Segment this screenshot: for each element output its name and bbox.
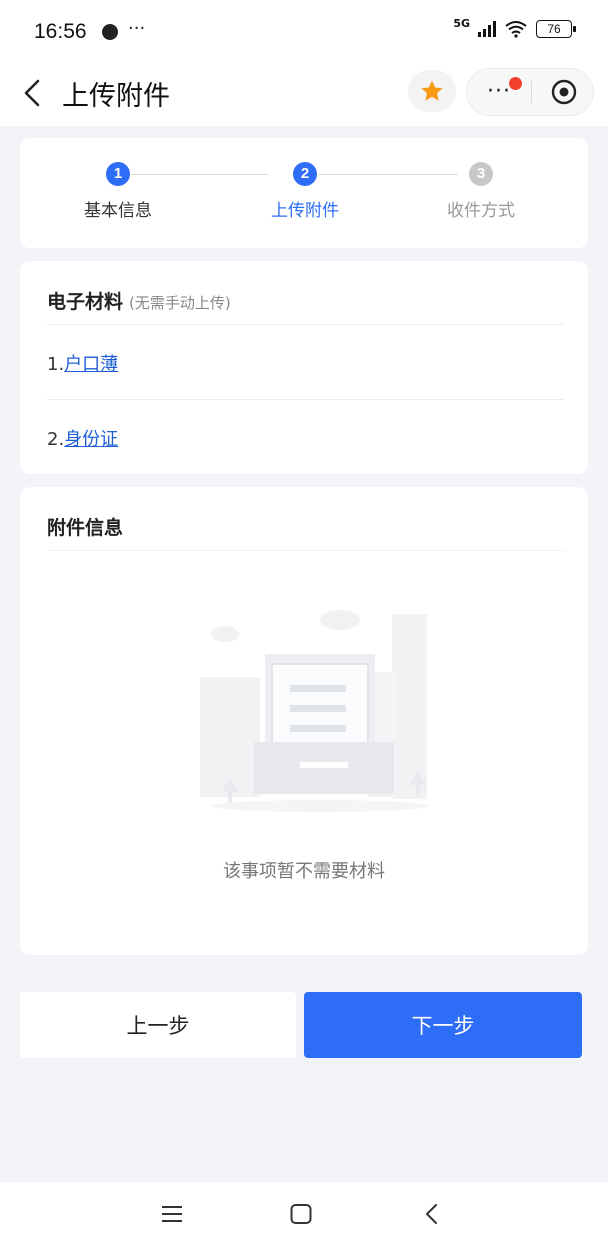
step-number: 1 — [106, 162, 130, 186]
next-step-button[interactable]: 下一步 — [304, 992, 582, 1058]
previous-step-button[interactable]: 上一步 — [20, 992, 296, 1058]
notification-dot-icon — [102, 24, 118, 40]
status-indicators: 5G 76 — [453, 16, 576, 38]
divider — [47, 550, 564, 551]
step-delivery-method: 3 收件方式 — [406, 162, 556, 221]
material-link-household-register[interactable]: 户口薄 — [64, 354, 118, 375]
network-type: 5G — [453, 16, 470, 30]
star-icon — [421, 80, 443, 101]
back-icon[interactable] — [18, 76, 48, 110]
step-label: 收件方式 — [447, 201, 515, 221]
materials-title: 电子材料 — [47, 291, 124, 313]
attachment-title: 附件信息 — [47, 517, 124, 539]
menu-icon[interactable] — [160, 1202, 184, 1226]
status-time: 16:56 — [34, 20, 87, 43]
material-item: 1.户口薄 — [47, 350, 118, 376]
signal-icon — [478, 21, 496, 37]
notification-badge — [509, 77, 522, 90]
step-upload-attachments: 2 上传附件 — [230, 162, 380, 221]
material-link-id-card[interactable]: 身份证 — [64, 429, 118, 450]
empty-document-illustration — [200, 610, 430, 812]
page-title: 上传附件 — [62, 81, 170, 112]
status-bar: 16:56 ··· 5G 76 — [0, 0, 608, 62]
more-icon[interactable]: ··· — [487, 79, 511, 104]
status-more-icon: ··· — [128, 18, 146, 39]
step-number: 3 — [469, 162, 493, 186]
wifi-icon — [505, 21, 527, 38]
step-basic-info: 1 基本信息 — [43, 162, 193, 221]
divider — [47, 399, 564, 400]
step-number: 2 — [293, 162, 317, 186]
step-label: 上传附件 — [271, 201, 339, 221]
attachment-info-card: 附件信息 该事项暂不需要材料 — [20, 487, 588, 955]
step-label: 基本信息 — [84, 201, 152, 221]
nav-bar: 上传附件 ··· — [0, 62, 608, 126]
material-index: 1. — [47, 354, 65, 375]
favorite-button[interactable] — [408, 70, 456, 112]
mini-program-capsule: ··· — [466, 68, 594, 116]
capsule-divider — [531, 81, 532, 103]
back-nav-icon[interactable] — [420, 1202, 444, 1226]
system-nav-bar — [0, 1182, 608, 1251]
divider — [47, 324, 564, 325]
target-icon[interactable] — [551, 79, 577, 105]
electronic-materials-card: 电子材料 (无需手动上传) 1.户口薄 2.身份证 — [20, 261, 588, 474]
empty-state-text: 该事项暂不需要材料 — [223, 861, 385, 882]
section-title: 电子材料 (无需手动上传) — [47, 287, 231, 314]
material-item: 2.身份证 — [47, 425, 118, 451]
home-icon[interactable] — [289, 1202, 313, 1226]
material-index: 2. — [47, 429, 65, 450]
battery-icon: 76 — [536, 20, 576, 38]
materials-subtitle: (无需手动上传) — [129, 294, 231, 312]
progress-steps: 1 基本信息 2 上传附件 3 收件方式 — [20, 138, 588, 248]
